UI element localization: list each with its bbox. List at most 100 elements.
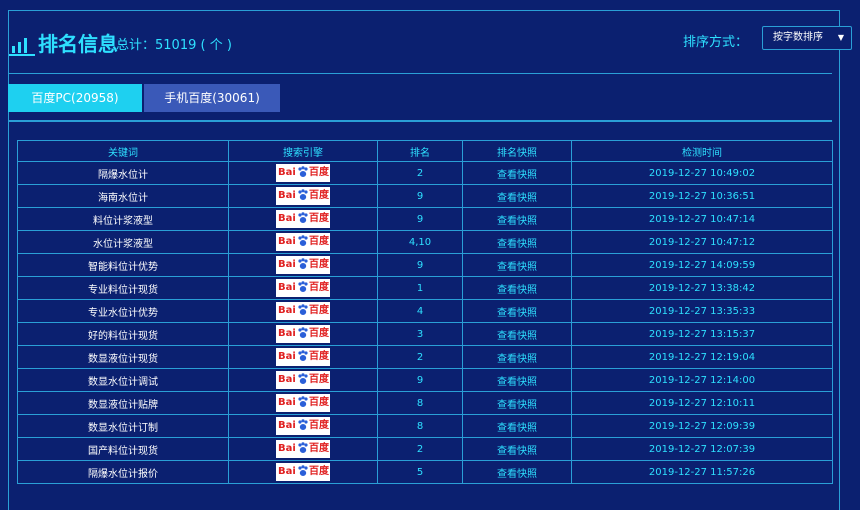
rank-cell: 9 — [377, 253, 463, 277]
snapshot-link[interactable]: 查看快照 — [462, 299, 572, 323]
baidu-logo: Bai 百度 — [276, 394, 330, 412]
baidu-logo: Bai 百度 — [276, 187, 330, 205]
check-time-cell: 2019-12-27 13:35:33 — [571, 299, 833, 323]
rank-cell: 8 — [377, 391, 463, 415]
check-time-cell: 2019-12-27 14:09:59 — [571, 253, 833, 277]
rank-cell: 8 — [377, 414, 463, 438]
snapshot-link[interactable]: 查看快照 — [462, 207, 572, 231]
rank-cell: 2 — [377, 437, 463, 461]
check-time-cell: 2019-12-27 12:10:11 — [571, 391, 833, 415]
keyword-cell: 数显液位计贴牌 — [17, 391, 229, 415]
table-row: 数显水位计调试 Bai 百度 9 查看快照 2019-12-27 12:14:00 — [17, 368, 833, 392]
snapshot-link[interactable]: 查看快照 — [462, 253, 572, 277]
column-header-rank: 排名 — [377, 140, 463, 162]
engine-cell: Bai 百度 — [228, 460, 378, 484]
baidu-logo: Bai 百度 — [276, 256, 330, 274]
baidu-logo: Bai 百度 — [276, 463, 330, 481]
snapshot-link[interactable]: 查看快照 — [462, 391, 572, 415]
engine-cell: Bai 百度 — [228, 161, 378, 185]
keyword-cell: 智能料位计优势 — [17, 253, 229, 277]
baidu-logo: Bai 百度 — [276, 417, 330, 435]
engine-cell: Bai 百度 — [228, 207, 378, 231]
check-time-cell: 2019-12-27 12:19:04 — [571, 345, 833, 369]
table-row: 专业料位计现货 Bai 百度 1 查看快照 2019-12-27 13:38:42 — [17, 276, 833, 300]
engine-cell: Bai 百度 — [228, 368, 378, 392]
chevron-down-icon: ▼ — [837, 33, 844, 42]
bar-chart-icon — [9, 38, 35, 56]
check-time-cell: 2019-12-27 12:07:39 — [571, 437, 833, 461]
paw-icon — [298, 419, 308, 430]
keyword-cell: 专业料位计现货 — [17, 276, 229, 300]
keyword-cell: 数显水位计订制 — [17, 414, 229, 438]
baidu-logo: Bai 百度 — [276, 233, 330, 251]
baidu-logo: Bai 百度 — [276, 371, 330, 389]
rank-cell: 5 — [377, 460, 463, 484]
table-row: 水位计浆液型 Bai 百度 4,10 查看快照 2019-12-27 10:47:12 — [17, 230, 833, 254]
check-time-cell: 2019-12-27 12:14:00 — [571, 368, 833, 392]
rank-cell: 2 — [377, 345, 463, 369]
total-count: 总计：51019 ( 个 ) — [116, 38, 232, 53]
snapshot-link[interactable]: 查看快照 — [462, 161, 572, 185]
table-row: 数显液位计贴牌 Bai 百度 8 查看快照 2019-12-27 12:10:11 — [17, 391, 833, 415]
sort-label: 排序方式： — [682, 35, 748, 50]
paw-icon — [298, 235, 308, 246]
rank-cell: 2 — [377, 161, 463, 185]
table-header-row: 关键词 搜索引擎 排名 排名快照 检测时间 — [17, 140, 833, 162]
baidu-logo: Bai 百度 — [276, 302, 330, 320]
snapshot-link[interactable]: 查看快照 — [462, 184, 572, 208]
tab-mobile-baidu[interactable]: 手机百度(30061) — [144, 84, 280, 112]
check-time-cell: 2019-12-27 11:57:26 — [571, 460, 833, 484]
divider — [8, 120, 832, 122]
check-time-cell: 2019-12-27 13:38:42 — [571, 276, 833, 300]
engine-cell: Bai 百度 — [228, 345, 378, 369]
check-time-cell: 2019-12-27 10:47:12 — [571, 230, 833, 254]
table-row: 好的料位计现货 Bai 百度 3 查看快照 2019-12-27 13:15:37 — [17, 322, 833, 346]
snapshot-link[interactable]: 查看快照 — [462, 414, 572, 438]
paw-icon — [298, 396, 308, 407]
column-header-snapshot: 排名快照 — [462, 140, 572, 162]
engine-cell: Bai 百度 — [228, 414, 378, 438]
table-row: 国产料位计现货 Bai 百度 2 查看快照 2019-12-27 12:07:39 — [17, 437, 833, 461]
rank-cell: 4 — [377, 299, 463, 323]
keyword-cell: 水位计浆液型 — [17, 230, 229, 254]
header: 排名信息 总计：51019 ( 个 ) 排序方式： 按字数排序 ▼ — [8, 26, 852, 66]
snapshot-link[interactable]: 查看快照 — [462, 460, 572, 484]
table-row: 隔爆水位计报价 Bai 百度 5 查看快照 2019-12-27 11:57:26 — [17, 460, 833, 484]
keyword-cell: 国产料位计现货 — [17, 437, 229, 461]
engine-cell: Bai 百度 — [228, 230, 378, 254]
engine-cell: Bai 百度 — [228, 437, 378, 461]
check-time-cell: 2019-12-27 10:36:51 — [571, 184, 833, 208]
keyword-cell: 隔爆水位计报价 — [17, 460, 229, 484]
keyword-cell: 数显液位计现货 — [17, 345, 229, 369]
paw-icon — [298, 212, 308, 223]
paw-icon — [298, 465, 308, 476]
paw-icon — [298, 304, 308, 315]
rank-cell: 9 — [377, 368, 463, 392]
paw-icon — [298, 350, 308, 361]
sort-select-value: 按字数排序 — [773, 32, 823, 43]
table-row: 智能料位计优势 Bai 百度 9 查看快照 2019-12-27 14:09:59 — [17, 253, 833, 277]
check-time-cell: 2019-12-27 12:09:39 — [571, 414, 833, 438]
rank-cell: 9 — [377, 184, 463, 208]
engine-cell: Bai 百度 — [228, 299, 378, 323]
snapshot-link[interactable]: 查看快照 — [462, 368, 572, 392]
paw-icon — [298, 442, 308, 453]
keyword-cell: 数显水位计调试 — [17, 368, 229, 392]
engine-cell: Bai 百度 — [228, 276, 378, 300]
tab-baidu-pc[interactable]: 百度PC(20958) — [8, 84, 142, 112]
paw-icon — [298, 258, 308, 269]
table-row: 专业水位计优势 Bai 百度 4 查看快照 2019-12-27 13:35:33 — [17, 299, 833, 323]
snapshot-link[interactable]: 查看快照 — [462, 230, 572, 254]
column-header-time: 检测时间 — [571, 140, 833, 162]
column-header-engine: 搜索引擎 — [228, 140, 378, 162]
snapshot-link[interactable]: 查看快照 — [462, 276, 572, 300]
snapshot-link[interactable]: 查看快照 — [462, 345, 572, 369]
rank-cell: 9 — [377, 207, 463, 231]
snapshot-link[interactable]: 查看快照 — [462, 322, 572, 346]
sort-select[interactable]: 按字数排序 ▼ — [762, 26, 852, 50]
engine-cell: Bai 百度 — [228, 391, 378, 415]
baidu-logo: Bai 百度 — [276, 210, 330, 228]
snapshot-link[interactable]: 查看快照 — [462, 437, 572, 461]
paw-icon — [298, 327, 308, 338]
baidu-logo: Bai 百度 — [276, 164, 330, 182]
